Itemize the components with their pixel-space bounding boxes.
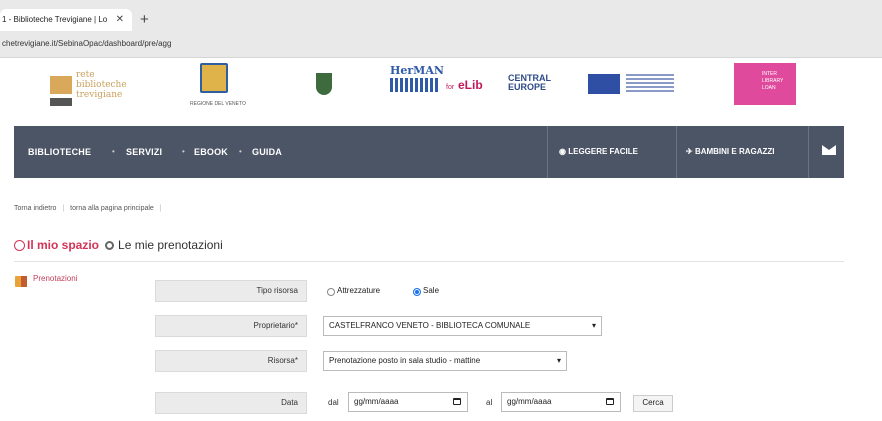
nav-guida[interactable]: GUIDA — [252, 126, 282, 178]
nav-divider — [547, 126, 548, 178]
proprietario-label: Proprietario* — [155, 315, 307, 337]
rete-biblioteche-logo[interactable]: rete biblioteche trevigiane — [50, 66, 135, 108]
chevron-down-icon: ▾ — [556, 356, 561, 365]
nav-divider — [808, 126, 809, 178]
nav-separator: • — [182, 147, 185, 156]
nav-ebook[interactable]: EBOOK — [194, 126, 228, 178]
page-title: Il mio spazio Le mie prenotazioni — [14, 238, 223, 252]
browser-tab[interactable]: 1 - Biblioteche Trevigiane | Lo ✕ — [0, 9, 132, 31]
main-nav: BIBLIOTECHE • SERVIZI • EBOOK • GUIDA ◉ … — [14, 126, 844, 178]
leggere-facile-label: LEGGERE FACILE — [568, 147, 639, 156]
prenotazioni-heading: Le mie prenotazioni — [118, 238, 223, 252]
interlib-text: INTER LIBRARY LOAN — [762, 71, 784, 91]
proprietario-select[interactable]: CASTELFRANCO VENETO - BIBLIOTECA COMUNAL… — [323, 316, 602, 336]
eu-flag-icon — [588, 74, 620, 94]
rete-logo-bar — [50, 98, 72, 106]
gear-icon — [105, 241, 115, 250]
dal-label: dal — [328, 398, 339, 407]
data-label: Data — [155, 392, 307, 414]
nav-separator: • — [112, 147, 115, 156]
interlibrary-loan-logo[interactable]: INTER LIBRARY LOAN — [734, 63, 796, 105]
cerca-button[interactable]: Cerca — [633, 395, 673, 412]
nav-servizi[interactable]: SERVIZI — [126, 126, 162, 178]
date-to-placeholder: gg/mm/aaaa — [507, 397, 552, 406]
central-europe-text: CENTRAL EUROPE — [508, 73, 551, 92]
new-tab-button[interactable]: + — [140, 10, 149, 30]
attrezzature-label[interactable]: Attrezzature — [337, 286, 380, 295]
eu-text-graphic — [626, 74, 674, 94]
mio-spazio-link[interactable]: Il mio spazio — [27, 238, 99, 252]
eye-icon: ◉ — [559, 147, 566, 156]
chevron-down-icon: ▾ — [591, 321, 596, 330]
for-text: for — [446, 84, 455, 91]
herman-graphic — [390, 78, 440, 92]
bambini-ragazzi-link[interactable]: ✈ BAMBINI E RAGAZZI — [686, 126, 775, 178]
breadcrumb-separator: | — [159, 205, 162, 212]
risorsa-select[interactable]: Prenotazione posto in sala studio - matt… — [323, 351, 567, 371]
comune-logo[interactable] — [310, 63, 340, 115]
proprietario-value: CASTELFRANCO VENETO - BIBLIOTECA COMUNAL… — [329, 321, 531, 330]
rete-logo-mark — [50, 76, 72, 94]
elib-text: eLib — [458, 78, 483, 92]
herman-text: HerMAN — [390, 64, 444, 77]
clock-icon — [14, 240, 25, 251]
herman-elib-logo[interactable]: HerMAN for eLib CENTRAL EUROPE — [390, 64, 680, 110]
regione-shield-icon — [200, 63, 228, 93]
calendar-picker-icon[interactable] — [453, 398, 461, 405]
browser-chrome: 1 - Biblioteche Trevigiane | Lo ✕ + chet… — [0, 0, 882, 58]
divider — [14, 261, 844, 262]
back-link[interactable]: Torna indietro — [14, 205, 56, 212]
nav-divider — [676, 126, 677, 178]
sidebar-item-prenotazioni[interactable]: Prenotazioni — [33, 274, 77, 283]
sale-radio[interactable] — [413, 288, 421, 296]
regione-caption: REGIONE DEL VENETO — [190, 101, 246, 107]
attrezzature-radio[interactable] — [327, 288, 335, 296]
kite-icon: ✈ — [686, 147, 693, 156]
tipo-risorsa-label: Tipo risorsa — [155, 280, 307, 302]
calendar-icon — [15, 276, 27, 287]
rete-logo-text: rete biblioteche trevigiane — [76, 70, 127, 100]
close-icon[interactable]: ✕ — [116, 9, 124, 31]
bambini-label: BAMBINI E RAGAZZI — [694, 147, 775, 156]
risorsa-value: Prenotazione posto in sala studio - matt… — [329, 356, 481, 365]
breadcrumb-separator: | — [62, 205, 65, 212]
logo-strip: rete biblioteche trevigiane REGIONE DEL … — [0, 58, 882, 122]
home-link[interactable]: torna alla pagina principale — [70, 205, 154, 212]
tab-title: 1 - Biblioteche Trevigiane | Lo — [2, 15, 108, 24]
leggere-facile-link[interactable]: ◉ LEGGERE FACILE — [559, 126, 638, 178]
date-to-input[interactable]: gg/mm/aaaa — [501, 392, 621, 412]
breadcrumb: Torna indietro | torna alla pagina princ… — [14, 205, 166, 212]
risorsa-label: Risorsa* — [155, 350, 307, 372]
date-from-input[interactable]: gg/mm/aaaa — [348, 392, 468, 412]
nav-biblioteche[interactable]: BIBLIOTECHE — [28, 126, 91, 178]
al-label: al — [486, 398, 493, 407]
calendar-picker-icon[interactable] — [606, 398, 614, 405]
date-from-placeholder: gg/mm/aaaa — [354, 397, 399, 406]
nav-separator: • — [239, 147, 242, 156]
comune-shield-icon — [316, 73, 332, 95]
sale-label[interactable]: Sale — [423, 286, 439, 295]
regione-veneto-logo[interactable]: REGIONE DEL VENETO — [190, 63, 250, 113]
address-bar[interactable]: chetrevigiane.it/SebinaOpac/dashboard/pr… — [0, 35, 882, 53]
mail-icon[interactable] — [822, 145, 836, 155]
